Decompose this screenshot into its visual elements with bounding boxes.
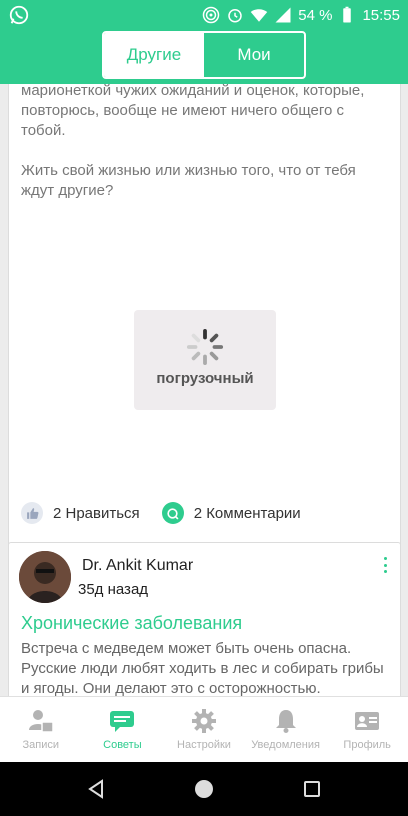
avatar[interactable] — [19, 551, 71, 603]
nav-label: Уведомления — [251, 739, 320, 751]
more-options-icon[interactable] — [382, 557, 388, 573]
wifi-icon — [251, 9, 268, 22]
signal-icon — [275, 7, 291, 23]
like-icon[interactable] — [21, 502, 43, 524]
spinner-icon — [186, 328, 224, 366]
nav-settings[interactable]: Настройки — [163, 697, 245, 762]
comments-count[interactable]: 2 Комментарии — [194, 505, 301, 522]
author-name[interactable]: Dr. Ankit Kumar — [82, 557, 193, 575]
hotspot-icon — [203, 6, 220, 24]
feed[interactable]: марионеткой чужих ожиданий и оценок, кот… — [0, 84, 408, 696]
user-calendar-icon — [28, 710, 54, 733]
nav-profile[interactable]: Профиль — [326, 697, 408, 762]
segmented-toggle: Другие Мои — [102, 31, 306, 79]
system-navigation-bar — [0, 762, 408, 816]
back-icon[interactable] — [84, 777, 108, 801]
post-time: 35д назад — [78, 581, 149, 598]
id-card-icon — [355, 712, 380, 730]
likes-count[interactable]: 2 Нравиться — [53, 505, 140, 522]
app-header: Другие Мои — [0, 28, 408, 84]
nav-label: Профиль — [343, 739, 391, 751]
nav-notifications[interactable]: Уведомления — [245, 697, 327, 762]
chat-icon — [110, 711, 135, 732]
nav-tips[interactable]: Советы — [82, 697, 164, 762]
battery-percent: 54 % — [298, 6, 333, 24]
loading-label: погрузочный — [156, 370, 254, 387]
comment-icon[interactable] — [161, 502, 184, 524]
nav-label: Настройки — [177, 739, 231, 751]
post-title[interactable]: Хронические заболевания — [21, 613, 242, 634]
nav-records[interactable]: Записи — [0, 697, 82, 762]
status-bar: 54 % 15:55 — [0, 0, 408, 28]
tab-others[interactable]: Другие — [104, 33, 204, 77]
post-paragraph: марионеткой чужих ожиданий и оценок, кот… — [21, 84, 365, 139]
gear-icon — [191, 709, 216, 733]
clock: 15:55 — [362, 6, 400, 24]
nav-label: Записи — [22, 739, 60, 751]
whatsapp-icon — [8, 4, 30, 26]
battery-icon — [343, 6, 352, 23]
bell-icon — [275, 710, 296, 733]
post-card[interactable]: Dr. Ankit Kumar 35д назад Хронические за… — [8, 542, 401, 696]
home-icon[interactable] — [192, 777, 216, 801]
alarm-icon — [228, 9, 242, 23]
bottom-navigation: Записи Советы Настройки Уведомления Проф… — [0, 696, 408, 762]
post-body: Встреча с медведем может быть очень опас… — [21, 640, 384, 696]
recents-icon[interactable] — [300, 777, 324, 801]
nav-label: Советы — [103, 739, 142, 751]
tab-mine[interactable]: Мои — [204, 33, 304, 77]
post-paragraph: Жить свой жизнью или жизнью того, что от… — [21, 162, 356, 199]
post-text: марионеткой чужих ожиданий и оценок, кот… — [21, 84, 391, 221]
post-actions: 2 Нравиться 2 Комментарии — [21, 501, 323, 525]
loading-overlay: погрузочный — [134, 310, 276, 410]
